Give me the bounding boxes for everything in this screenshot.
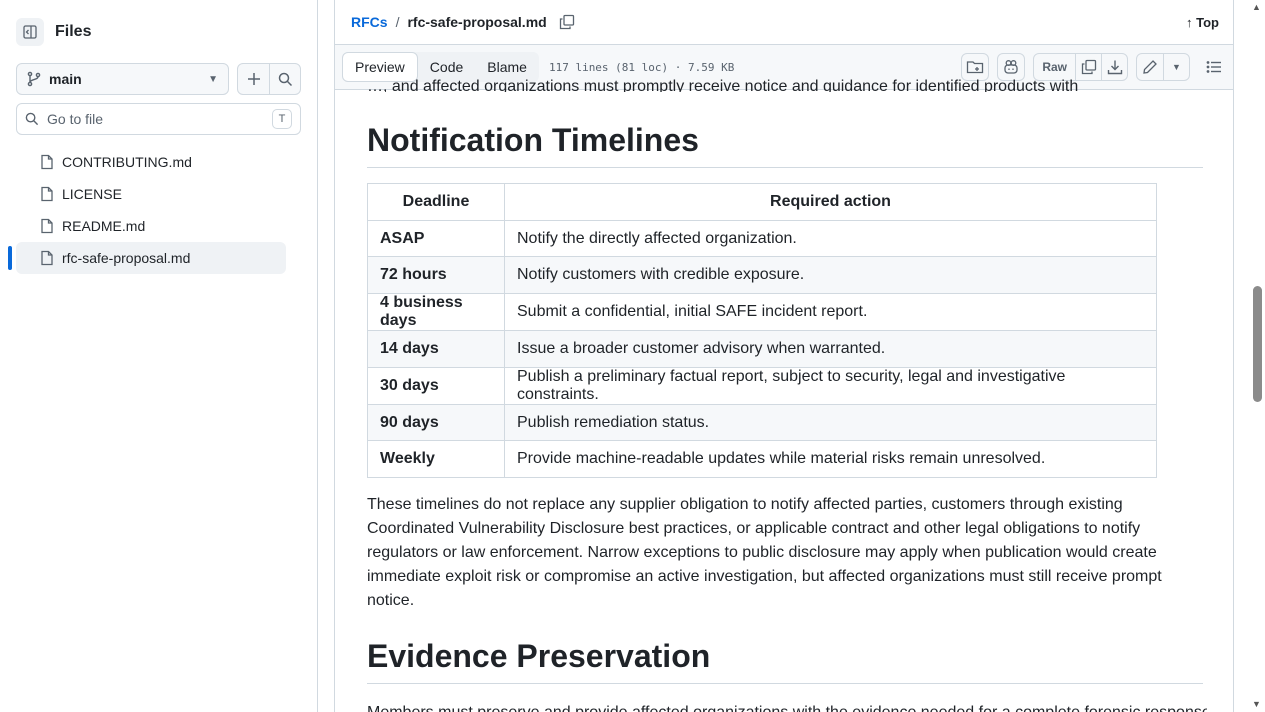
search-files-button[interactable] (269, 64, 300, 94)
deadline-cell: 4 business days (367, 293, 505, 332)
breadcrumb: RFCs / rfc-safe-proposal.md ↑ Top (335, 0, 1233, 44)
scroll-up-arrow-icon[interactable]: ▲ (1252, 2, 1261, 12)
file-meta: 117 lines (81 loc) · 7.59 KB (548, 60, 735, 74)
deadline-cell: 30 days (367, 366, 505, 405)
action-cell: Issue a broader customer advisory when w… (504, 330, 1157, 368)
previous-paragraph-fragment: …, and affected organizations must promp… (367, 78, 1079, 92)
action-cell: Notify the directly affected organizatio… (504, 219, 1157, 258)
download-icon (1107, 60, 1122, 75)
sidebar-actions (237, 63, 301, 95)
scroll-to-top-link[interactable]: ↑ Top (1186, 15, 1219, 30)
heading-notification-timelines: Notification Timelines (367, 120, 1203, 168)
scrollbar-thumb[interactable] (1253, 286, 1262, 402)
deadline-cell: 90 days (367, 403, 505, 442)
search-icon (25, 112, 39, 126)
action-cell: Provide machine-readable updates while m… (504, 440, 1157, 479)
git-branch-icon (27, 71, 41, 87)
file-viewer: RFCs / rfc-safe-proposal.md ↑ Top Previe… (334, 0, 1234, 712)
deadline-cell: ASAP (367, 219, 505, 258)
table-row: ASAP Notify the directly affected organi… (367, 219, 1157, 258)
file-item-license[interactable]: LICENSE (16, 178, 286, 210)
next-paragraph-fragment: Members must preserve and provide affect… (367, 704, 1207, 712)
file-tree-sidebar: Files main ▼ Go to file T CONTRIBUTING.m… (0, 0, 318, 712)
breadcrumb-separator: / (395, 14, 400, 30)
file-name: rfc-safe-proposal.md (62, 250, 191, 266)
file-item-rfc-safe-proposal[interactable]: rfc-safe-proposal.md (8, 242, 286, 274)
file-name: CONTRIBUTING.md (62, 154, 192, 170)
sidebar-header: Files (16, 18, 91, 46)
breadcrumb-current-file: rfc-safe-proposal.md (407, 14, 547, 30)
file-item-contributing[interactable]: CONTRIBUTING.md (16, 146, 286, 178)
action-cell: Publish remediation status. (504, 403, 1157, 442)
branch-name: main (49, 71, 82, 87)
sidebar-title: Files (55, 23, 92, 40)
table-row: 30 days Publish a preliminary factual re… (367, 366, 1157, 405)
copilot-button[interactable] (997, 53, 1026, 81)
search-icon (278, 72, 292, 86)
table-row: 4 business days Submit a confidential, i… (367, 293, 1157, 332)
file-name: README.md (62, 218, 146, 234)
shortcut-key-badge: T (272, 109, 292, 129)
table-header-required-action: Required action (504, 183, 1157, 221)
copy-icon (1081, 59, 1096, 75)
file-icon (40, 186, 54, 202)
copilot-icon (1004, 60, 1018, 74)
action-cell: Submit a confidential, initial SAFE inci… (504, 293, 1157, 332)
open-in-codespace-button[interactable] (961, 53, 990, 81)
sidebar-collapse-icon (23, 25, 37, 39)
scroll-down-arrow-icon[interactable]: ▼ (1252, 699, 1261, 709)
file-item-readme[interactable]: README.md (16, 210, 286, 242)
branch-row: main ▼ (16, 63, 301, 95)
timelines-table: Deadline Required action ASAP Notify the… (367, 183, 1157, 479)
file-icon (40, 250, 54, 266)
file-name: LICENSE (62, 186, 122, 202)
deadline-cell: 14 days (367, 330, 505, 368)
heading-evidence-preservation: Evidence Preservation (367, 636, 1203, 684)
timelines-paragraph: These timelines do not replace any suppl… (367, 496, 1162, 609)
file-actions: Raw ▼ (953, 53, 1228, 81)
file-list: CONTRIBUTING.md LICENSE README.md rfc-sa… (0, 146, 318, 274)
add-file-button[interactable] (238, 64, 269, 94)
table-header-row: Deadline Required action (367, 183, 1157, 221)
table-row: 72 hours Notify customers with credible … (367, 256, 1157, 295)
branch-selector[interactable]: main ▼ (16, 63, 229, 95)
chevron-down-icon: ▼ (1172, 62, 1181, 72)
edit-file-button[interactable] (1137, 54, 1163, 80)
table-row: Weekly Provide machine-readable updates … (367, 440, 1157, 479)
copy-path-button[interactable] (559, 14, 575, 30)
download-button[interactable] (1101, 54, 1127, 80)
list-icon (1206, 61, 1221, 73)
edit-group: ▼ (1136, 53, 1190, 81)
deadline-cell: 72 hours (367, 256, 505, 295)
codespace-icon (967, 61, 984, 74)
raw-copy-download-group: Raw (1033, 53, 1128, 81)
chevron-down-icon: ▼ (208, 73, 218, 85)
table-row: 90 days Publish remediation status. (367, 403, 1157, 442)
outline-button[interactable] (1200, 59, 1228, 75)
file-icon (40, 154, 54, 170)
pencil-icon (1143, 60, 1157, 74)
table-row: 14 days Issue a broader customer advisor… (367, 330, 1157, 368)
plus-icon (247, 73, 260, 85)
go-to-file-placeholder: Go to file (47, 111, 104, 127)
copy-icon (559, 14, 574, 30)
copy-raw-button[interactable] (1075, 54, 1101, 80)
action-cell: Publish a preliminary factual report, su… (504, 366, 1157, 405)
go-to-file-input[interactable]: Go to file T (16, 103, 301, 135)
deadline-cell: Weekly (367, 440, 505, 479)
collapse-sidebar-button[interactable] (16, 18, 44, 46)
edit-options-dropdown[interactable]: ▼ (1163, 54, 1189, 80)
file-icon (40, 218, 54, 234)
table-header-deadline: Deadline (367, 183, 505, 221)
raw-button[interactable]: Raw (1034, 54, 1075, 80)
breadcrumb-parent-link[interactable]: RFCs (351, 14, 388, 30)
action-cell: Notify customers with credible exposure. (504, 256, 1157, 295)
